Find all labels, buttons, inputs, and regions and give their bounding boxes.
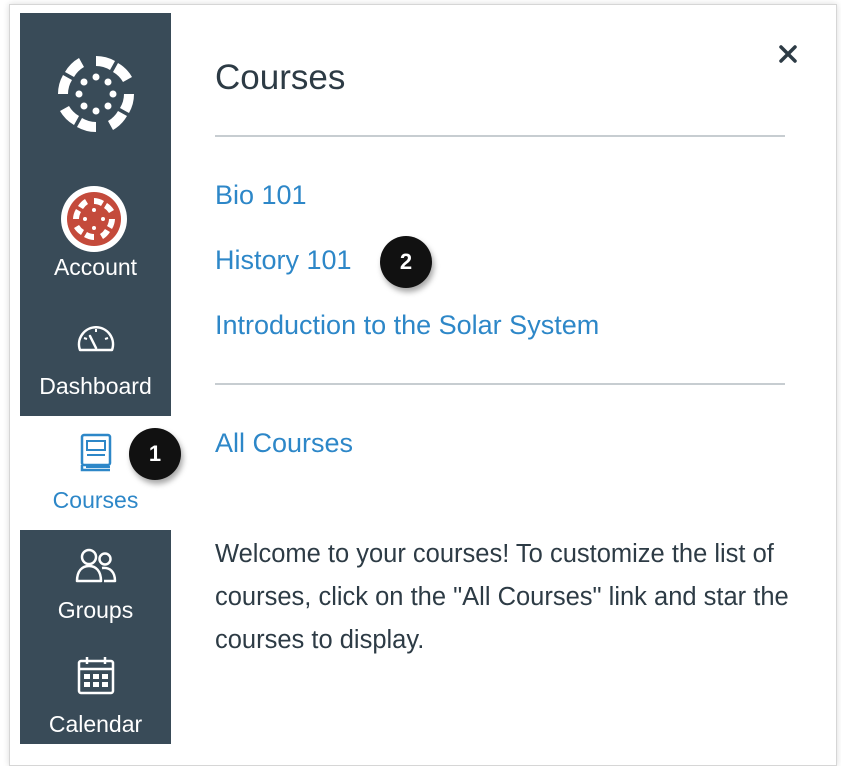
welcome-message: Welcome to your courses! To customize th… (215, 540, 789, 654)
groups-people-icon (75, 548, 117, 583)
tray-divider-bottom (215, 383, 785, 385)
callout-badge-2: 2 (380, 236, 432, 288)
nav-label-account: Account (53, 254, 138, 280)
course-link-history-101[interactable]: History 101 (215, 245, 352, 276)
nav-label-courses: Courses (52, 487, 139, 513)
nav-label-groups: Groups (57, 597, 134, 623)
global-navigation: Account Dashboard Courses Groups Calenda… (20, 13, 171, 744)
callout-badge-1: 1 (129, 428, 181, 480)
account-avatar-icon (67, 192, 121, 246)
course-link-bio-101[interactable]: Bio 101 (215, 180, 307, 211)
close-icon[interactable] (772, 38, 804, 70)
canvas-logo-icon[interactable] (55, 53, 137, 135)
nav-label-dashboard: Dashboard (39, 373, 152, 399)
account-avatar (61, 186, 127, 252)
tray-divider-top (215, 135, 785, 137)
nav-label-calendar: Calendar (48, 711, 143, 737)
courses-book-icon (80, 433, 112, 472)
calendar-icon (77, 657, 115, 695)
all-courses-link[interactable]: All Courses (215, 428, 353, 459)
tray-title: Courses (215, 58, 346, 97)
course-link-introduction-to-the-solar-system[interactable]: Introduction to the Solar System (215, 310, 599, 341)
dashboard-gauge-icon (77, 326, 115, 352)
